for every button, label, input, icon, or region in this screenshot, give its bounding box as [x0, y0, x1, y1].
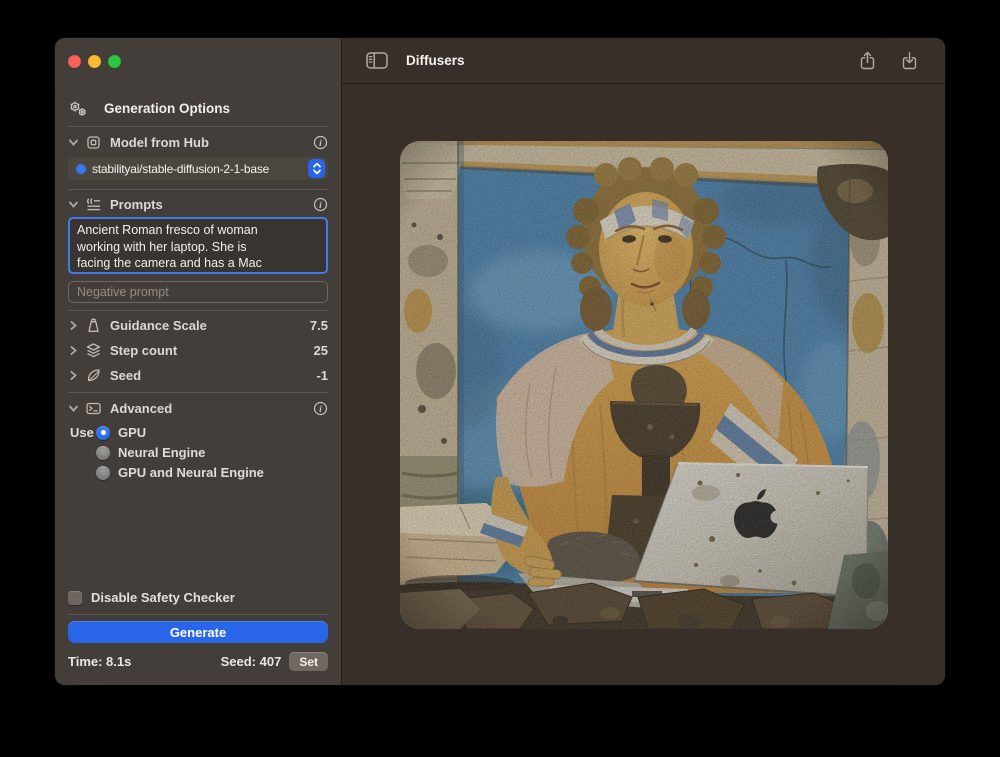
- sidebar-toggle-icon[interactable]: [366, 52, 388, 69]
- svg-text:i: i: [319, 404, 322, 414]
- sidebar: Generation Options Model from Hub i: [55, 38, 342, 685]
- desktop: { "window": { "traffic_lights": ["close"…: [0, 0, 1000, 757]
- guidance-scale-label: Guidance Scale: [110, 318, 207, 333]
- advanced-label: Advanced: [110, 401, 172, 416]
- gears-icon: [68, 100, 87, 117]
- image-canvas: [342, 84, 945, 685]
- radio-gpu-label: GPU: [118, 425, 146, 440]
- model-from-hub-row[interactable]: Model from Hub i: [68, 133, 328, 151]
- safety-checker-row: Disable Safety Checker: [68, 589, 328, 606]
- terminal-icon: [85, 400, 102, 417]
- compute-option-gpu-and-neural-engine: GPU and Neural Engine: [96, 464, 328, 481]
- guidance-scale-row[interactable]: Guidance Scale 7.5: [68, 316, 328, 334]
- chevron-down-icon[interactable]: [68, 403, 81, 414]
- radio-neural-engine-label: Neural Engine: [118, 445, 205, 460]
- divider: [68, 392, 328, 393]
- select-chevrons-icon[interactable]: [308, 159, 325, 178]
- info-icon[interactable]: i: [313, 401, 328, 416]
- use-label: Use: [70, 425, 96, 440]
- set-seed-button[interactable]: Set: [289, 652, 328, 671]
- guidance-scale-value: 7.5: [310, 318, 328, 333]
- save-image-icon[interactable]: [901, 51, 918, 71]
- svg-text:i: i: [319, 200, 322, 210]
- divider: [68, 310, 328, 311]
- chevron-right-icon[interactable]: [68, 320, 81, 331]
- svg-text:i: i: [319, 138, 322, 148]
- step-count-value: 25: [314, 343, 328, 358]
- traffic-lights: [68, 38, 328, 68]
- chevron-down-icon[interactable]: [68, 137, 81, 148]
- chevron-right-icon[interactable]: [68, 370, 81, 381]
- compute-option-neural-engine: Neural Engine: [96, 444, 328, 461]
- seed-value: -1: [316, 368, 328, 383]
- titlebar: Diffusers: [342, 38, 945, 84]
- step-count-row[interactable]: Step count 25: [68, 341, 328, 359]
- info-icon[interactable]: i: [313, 197, 328, 212]
- window-title: Diffusers: [406, 53, 465, 68]
- model-select-value: stabilityai/stable-diffusion-2-1-base: [92, 162, 308, 176]
- generate-button[interactable]: Generate: [68, 621, 328, 643]
- close-button[interactable]: [68, 55, 81, 68]
- radio-gpu-and-neural-engine-label: GPU and Neural Engine: [118, 465, 264, 480]
- generated-image: [400, 141, 888, 629]
- model-select[interactable]: stabilityai/stable-diffusion-2-1-base: [68, 157, 328, 180]
- negative-prompt-input[interactable]: Negative prompt: [68, 281, 328, 303]
- stack-3d-icon: [85, 342, 102, 359]
- chevron-right-icon[interactable]: [68, 345, 81, 356]
- step-count-label: Step count: [110, 343, 177, 358]
- sidebar-spacer: [68, 481, 328, 589]
- chevron-down-icon[interactable]: [68, 199, 81, 210]
- prompt-input[interactable]: Ancient Roman fresco of woman working wi…: [68, 217, 328, 274]
- divider: [68, 126, 328, 127]
- status-bar: Time: 8.1s Seed: 407 Set: [68, 652, 328, 671]
- compute-option-gpu: Use GPU: [68, 424, 328, 441]
- app-window: Generation Options Model from Hub i: [55, 38, 945, 685]
- sidebar-title: Generation Options: [104, 101, 230, 116]
- radio-neural-engine[interactable]: [96, 446, 110, 460]
- seed-row[interactable]: Seed -1: [68, 366, 328, 384]
- radio-gpu-and-neural-engine[interactable]: [96, 466, 110, 480]
- seed-label: Seed: [110, 368, 141, 383]
- divider: [68, 614, 328, 615]
- content-pane: Diffusers: [342, 38, 945, 685]
- scale-mass-icon: [85, 317, 102, 334]
- info-icon[interactable]: i: [313, 135, 328, 150]
- radio-gpu[interactable]: [96, 426, 110, 440]
- disable-safety-label: Disable Safety Checker: [91, 590, 235, 605]
- prompts-row[interactable]: Prompts i: [68, 195, 328, 213]
- cpu-icon: [85, 134, 102, 151]
- divider: [68, 189, 328, 190]
- advanced-row[interactable]: Advanced i: [68, 399, 328, 417]
- seed-result-value: Seed: 407: [221, 654, 282, 669]
- text-quote-icon: [85, 196, 102, 213]
- minimize-button[interactable]: [88, 55, 101, 68]
- zoom-button[interactable]: [108, 55, 121, 68]
- time-value: Time: 8.1s: [68, 654, 131, 669]
- model-from-hub-label: Model from Hub: [110, 135, 209, 150]
- prompts-label: Prompts: [110, 197, 163, 212]
- disable-safety-checkbox[interactable]: [68, 591, 82, 605]
- share-icon[interactable]: [859, 51, 876, 71]
- leaf-icon: [85, 367, 102, 384]
- titlebar-actions: [859, 51, 918, 71]
- sidebar-header: Generation Options: [68, 99, 328, 117]
- model-status-dot: [76, 164, 86, 174]
